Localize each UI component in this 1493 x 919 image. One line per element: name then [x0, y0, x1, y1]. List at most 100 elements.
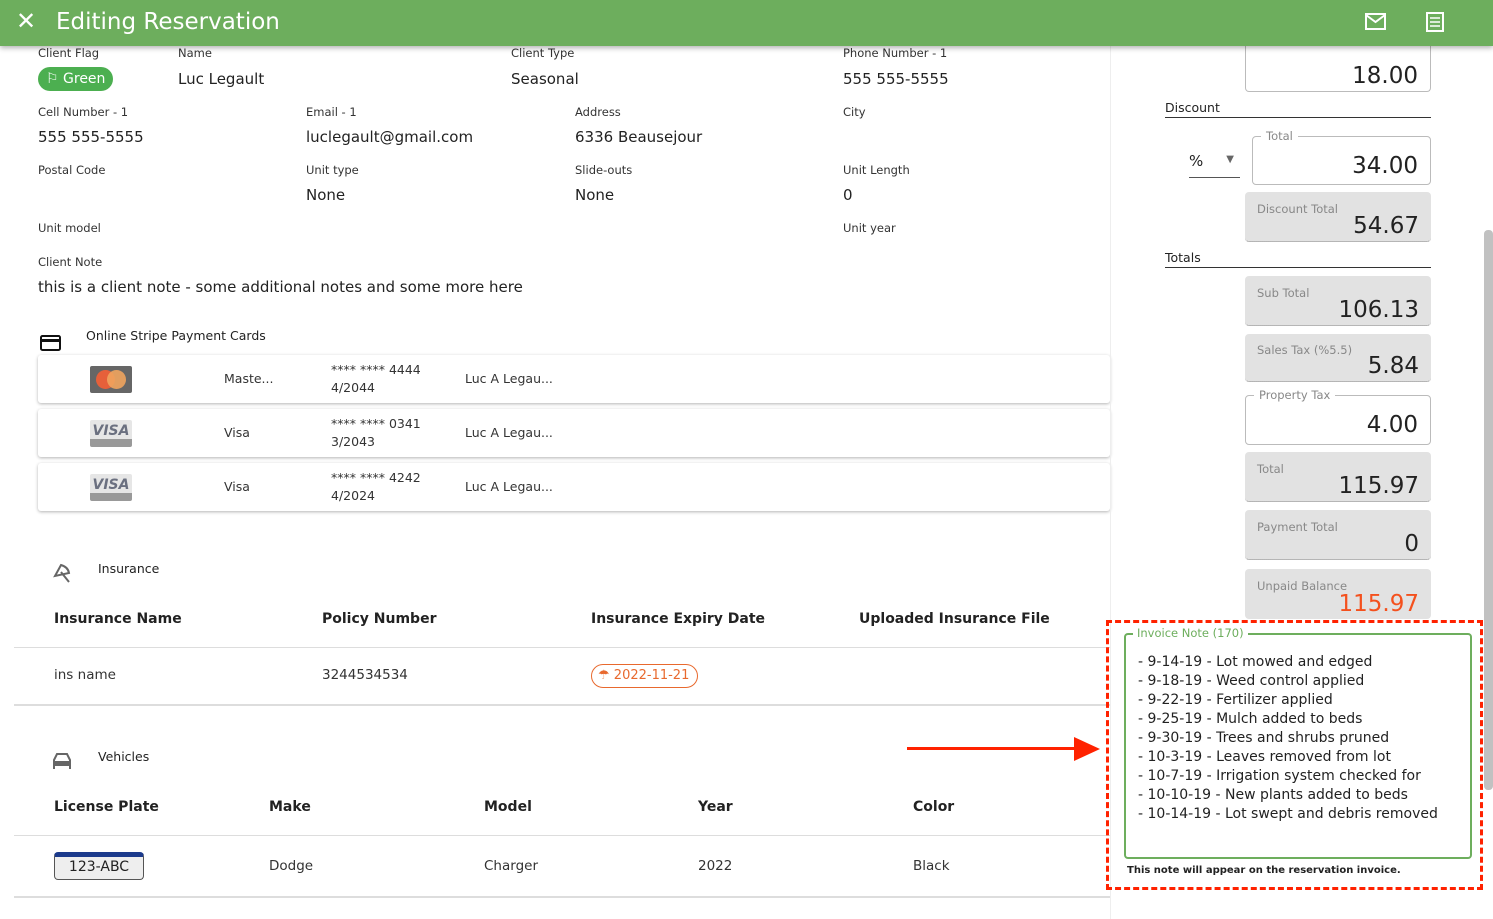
- discount-heading: Discount: [1165, 100, 1431, 118]
- col-model: Model: [484, 799, 532, 815]
- top-amount-field[interactable]: 18.00: [1245, 40, 1431, 92]
- col-policy-number: Policy Number: [322, 611, 437, 627]
- vehicle-make: Dodge: [269, 858, 314, 874]
- cell-label: Cell Number - 1: [38, 105, 129, 119]
- discount-amount-value: 54.67: [1353, 213, 1419, 239]
- vehicle-year: 2022: [698, 858, 733, 874]
- property-tax-value: 4.00: [1366, 412, 1418, 438]
- col-license-plate: License Plate: [54, 799, 159, 815]
- annotation-highlight-box: [1106, 620, 1483, 890]
- discount-type-value: %: [1189, 152, 1204, 170]
- cell-value: 555 555-5555: [38, 128, 144, 146]
- sales-tax-label: Sales Tax (%5.5): [1257, 343, 1353, 357]
- discount-total-label: Total: [1261, 129, 1298, 143]
- divider: [14, 704, 1110, 706]
- postal-label: Postal Code: [38, 163, 106, 177]
- policy-number: 3244534534: [322, 667, 408, 683]
- name-value: Luc Legault: [178, 70, 265, 88]
- dropdown-arrow-icon: ▼: [1226, 154, 1234, 165]
- top-amount-value: 18.00: [1352, 63, 1418, 89]
- client-note-value: this is a client note - some additional …: [38, 278, 523, 296]
- col-uploaded-file: Uploaded Insurance File: [859, 611, 1050, 627]
- discount-total-value: 34.00: [1352, 153, 1418, 179]
- phone-label: Phone Number - 1: [843, 46, 948, 60]
- discount-total-input[interactable]: Total 34.00: [1252, 129, 1431, 185]
- payment-card-row[interactable]: VISA Visa **** **** 0341 3/2043 Luc A Le…: [38, 409, 1110, 457]
- payment-total-field: Payment Total 0: [1245, 510, 1431, 560]
- divider: [14, 835, 1110, 836]
- address-label: Address: [575, 105, 621, 119]
- card-number: **** **** 0341: [331, 416, 421, 431]
- umbrella-icon: [53, 563, 71, 583]
- totals-heading: Totals: [1165, 250, 1431, 268]
- discount-amount-label: Discount Total: [1257, 202, 1338, 216]
- sub-total-label: Sub Total: [1257, 286, 1310, 300]
- flag-value: Green: [63, 71, 106, 87]
- card-holder: Luc A Legau...: [465, 479, 553, 494]
- client-note-label: Client Note: [38, 255, 103, 269]
- page-title: Editing Reservation: [56, 9, 280, 35]
- property-tax-input[interactable]: Property Tax 4.00: [1245, 388, 1431, 445]
- client-flag-label: Client Flag: [38, 46, 100, 60]
- discount-type-select[interactable]: % ▼: [1189, 152, 1240, 178]
- car-icon: [53, 753, 71, 769]
- unit-length-value: 0: [843, 186, 853, 204]
- card-number: **** **** 4444: [331, 362, 421, 377]
- divider: [14, 647, 1110, 648]
- email-value: luclegault@gmail.com: [306, 128, 474, 146]
- insurance-title: Insurance: [98, 561, 160, 576]
- document-icon[interactable]: [1426, 12, 1444, 32]
- client-type-value: Seasonal: [511, 70, 579, 88]
- scrollbar-thumb[interactable]: [1484, 230, 1493, 790]
- client-flag-badge[interactable]: ⚐ Green: [38, 67, 114, 91]
- payment-card-row[interactable]: VISA Visa **** **** 4242 4/2024 Luc A Le…: [38, 463, 1110, 511]
- card-holder: Luc A Legau...: [465, 371, 553, 386]
- close-icon[interactable]: ✕: [16, 7, 36, 35]
- slideouts-label: Slide-outs: [575, 163, 633, 177]
- discount-amount-field: Discount Total 54.67: [1245, 192, 1431, 242]
- mastercard-logo: [90, 366, 132, 393]
- address-value: 6336 Beausejour: [575, 128, 703, 146]
- unit-year-label: Unit year: [843, 221, 896, 235]
- app-header: ✕ Editing Reservation: [0, 0, 1493, 46]
- payment-total-value: 0: [1404, 531, 1419, 557]
- unpaid-balance-value: 115.97: [1338, 591, 1419, 617]
- card-brand: Maste...: [224, 371, 274, 386]
- city-label: City: [843, 105, 866, 119]
- sales-tax-value: 5.84: [1367, 353, 1419, 379]
- email-label: Email - 1: [306, 105, 357, 119]
- col-make: Make: [269, 799, 311, 815]
- slideouts-value: None: [575, 186, 615, 204]
- annotation-arrow-line: [907, 747, 1077, 750]
- credit-card-icon: [40, 335, 61, 351]
- name-label: Name: [178, 46, 212, 60]
- total-value: 115.97: [1338, 473, 1419, 499]
- expiry-date: 2022-11-21: [613, 668, 690, 683]
- card-holder: Luc A Legau...: [465, 425, 553, 440]
- client-type-label: Client Type: [511, 46, 575, 60]
- unit-type-value: None: [306, 186, 346, 204]
- mail-icon[interactable]: [1365, 13, 1386, 30]
- vehicles-title: Vehicles: [98, 749, 150, 764]
- sales-tax-field: Sales Tax (%5.5) 5.84: [1245, 334, 1431, 382]
- unpaid-balance-field: Unpaid Balance 115.97: [1245, 569, 1431, 619]
- vehicle-model: Charger: [484, 858, 538, 874]
- phone-value: 555 555-5555: [843, 70, 949, 88]
- card-expiry: 4/2024: [331, 488, 375, 503]
- total-field: Total 115.97: [1245, 452, 1431, 502]
- sub-total-value: 106.13: [1338, 297, 1419, 323]
- unpaid-balance-label: Unpaid Balance: [1257, 579, 1348, 593]
- unit-model-label: Unit model: [38, 221, 101, 235]
- license-plate: 123-ABC: [54, 852, 144, 880]
- visa-logo: VISA: [90, 474, 132, 501]
- cards-title: Online Stripe Payment Cards: [86, 328, 266, 343]
- umbrella-icon: ☂: [598, 668, 610, 683]
- vehicle-color: Black: [913, 858, 950, 874]
- sub-total-field: Sub Total 106.13: [1245, 276, 1431, 326]
- card-brand: Visa: [224, 479, 250, 494]
- payment-card-row[interactable]: Maste... **** **** 4444 4/2044 Luc A Leg…: [38, 355, 1110, 403]
- card-expiry: 4/2044: [331, 380, 375, 395]
- unit-type-label: Unit type: [306, 163, 359, 177]
- total-label: Total: [1257, 462, 1284, 476]
- flag-icon: ⚐: [46, 71, 59, 87]
